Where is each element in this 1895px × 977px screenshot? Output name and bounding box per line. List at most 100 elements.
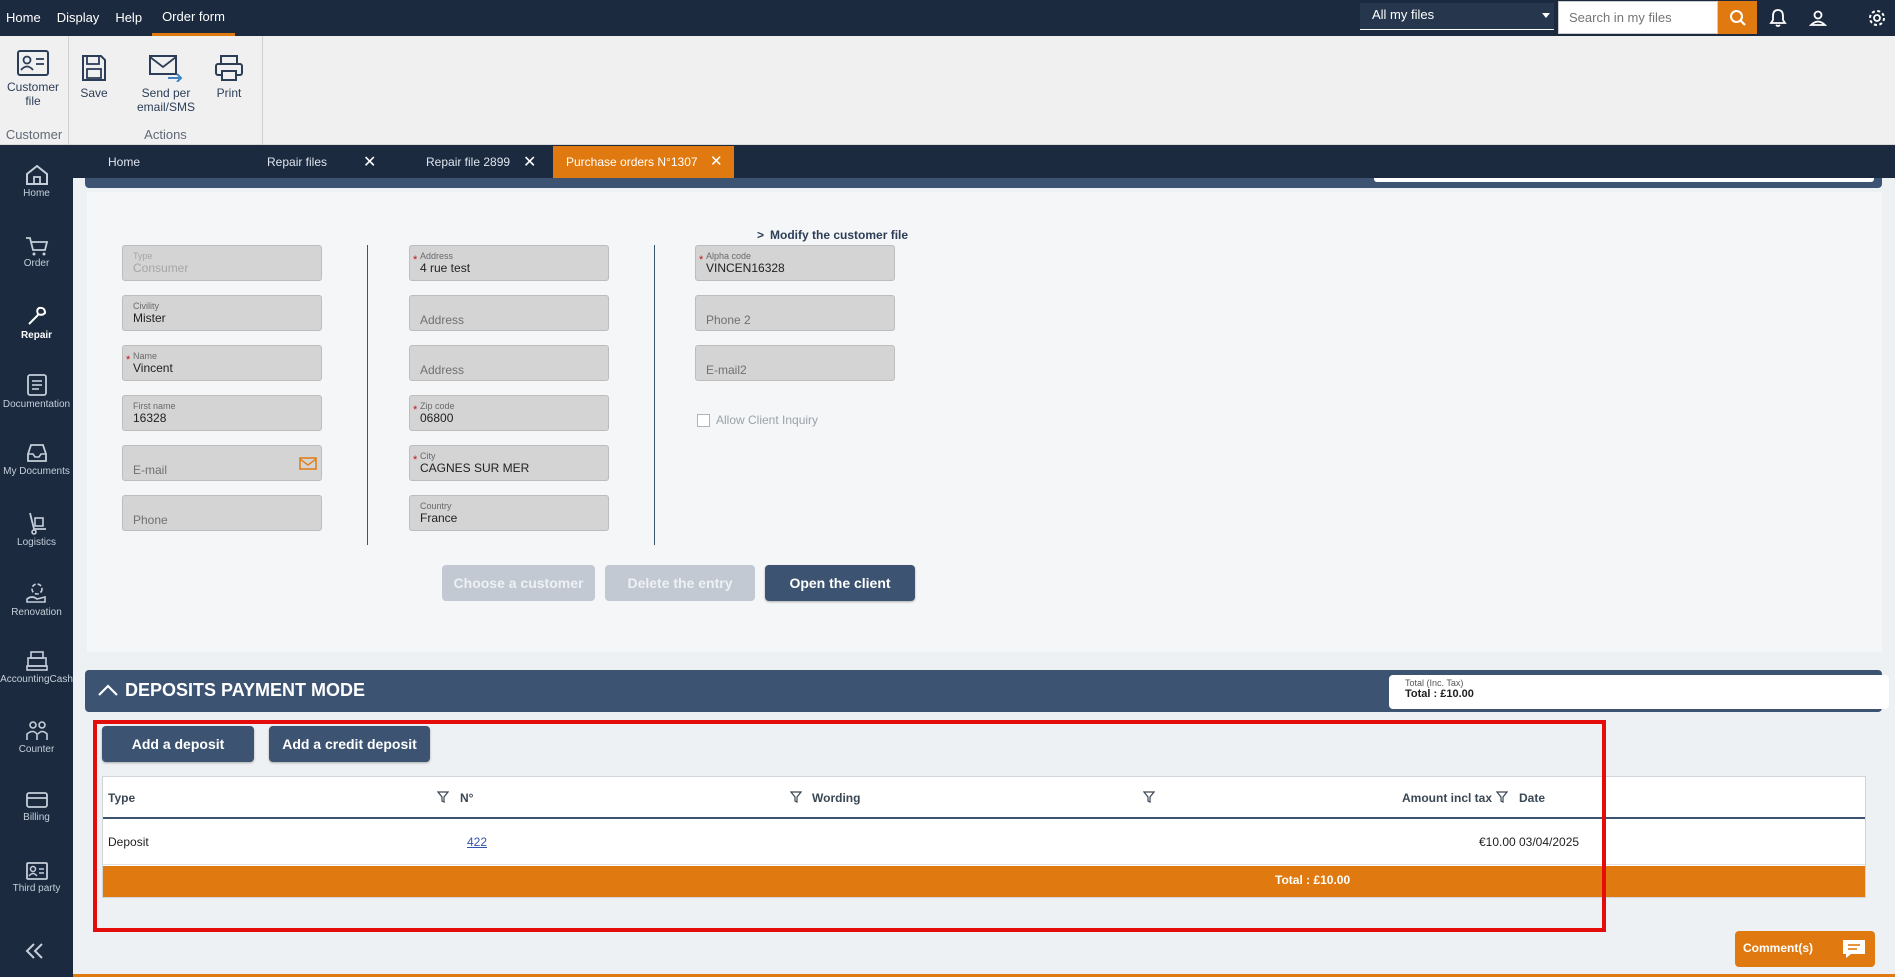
civility-value: Mister (133, 311, 166, 325)
nav-label-documentation: Documentation (2, 399, 71, 410)
search-button[interactable] (1718, 1, 1757, 34)
column-header-number[interactable]: N° (460, 791, 473, 805)
print-button[interactable]: Print (213, 54, 245, 100)
city-field[interactable]: * City CAGNES SUR MER (409, 445, 609, 481)
filter-icon[interactable] (790, 791, 802, 803)
section-summary-box (1374, 178, 1874, 182)
address-line3-field[interactable]: Address (409, 345, 609, 381)
address-field[interactable]: * Address 4 rue test (409, 245, 609, 281)
email2-field[interactable]: E-mail2 (695, 345, 895, 381)
tab-repair-file-2899[interactable]: Repair file 2899 (426, 146, 526, 178)
top-menu: Home Display Help Order form (0, 0, 235, 36)
table-row[interactable]: Deposit 422 €10.00 03/04/2025 (103, 821, 1865, 865)
nav-label-renovation: Renovation (11, 607, 62, 618)
nav-item-documentation[interactable]: Documentation (0, 373, 73, 410)
allow-client-inquiry-checkbox[interactable]: Allow Client Inquiry (697, 413, 818, 427)
nav-item-order[interactable]: Order (0, 236, 73, 269)
cell-date: 03/04/2025 (1519, 835, 1580, 849)
nav-label-logistics: Logistics (17, 537, 56, 548)
delete-entry-button[interactable]: Delete the entry (605, 565, 755, 601)
collapse-nav-button[interactable] (24, 942, 46, 963)
filter-icon[interactable] (437, 791, 449, 803)
scope-select[interactable]: All my files (1360, 3, 1554, 30)
civility-field[interactable]: Civility Mister (122, 295, 322, 331)
customer-file-button[interactable]: Customer file (3, 50, 63, 108)
close-icon[interactable]: ✕ (523, 152, 536, 172)
name-field[interactable]: * Name Vincent (122, 345, 322, 381)
send-email-sms-button[interactable]: Send per email/SMS (131, 54, 201, 114)
search-input[interactable] (1558, 1, 1718, 34)
filter-icon[interactable] (1496, 791, 1508, 803)
nav-item-logistics[interactable]: Logistics (0, 511, 73, 548)
column-header-amount[interactable]: Amount incl tax (1402, 791, 1492, 805)
alpha-code-field[interactable]: * Alpha code VINCEN16328 (695, 245, 895, 281)
choose-customer-button[interactable]: Choose a customer (442, 565, 595, 601)
nav-label-repair: Repair (20, 330, 53, 341)
modify-customer-link[interactable]: > Modify the customer file (757, 228, 908, 242)
city-value: CAGNES SUR MER (420, 461, 530, 475)
table-total-row: Total : £10.00 (103, 866, 1865, 897)
nav-item-home[interactable]: Home (0, 164, 73, 199)
gear-icon[interactable] (1865, 6, 1889, 30)
phone-field[interactable]: Phone (122, 495, 322, 531)
ribbon-group-label-customer: Customer (5, 127, 63, 142)
mail-icon[interactable] (299, 457, 317, 470)
nav-item-accounting-cash[interactable]: AccountingCash (0, 650, 73, 685)
main-content: > Modify the customer file Type Consumer … (73, 178, 1895, 977)
column-header-type[interactable]: Type (108, 791, 135, 805)
customer-panel: > Modify the customer file Type Consumer … (87, 192, 1882, 652)
recycle-hand-icon (25, 583, 46, 603)
menu-display[interactable]: Display (51, 0, 110, 36)
filter-icon[interactable] (1143, 791, 1155, 803)
hand-truck-icon (28, 512, 46, 535)
id-card-icon (25, 862, 48, 880)
home-icon (25, 164, 48, 185)
nav-item-counter[interactable]: Counter (0, 720, 73, 755)
nav-item-repair[interactable]: Repair (0, 304, 73, 341)
country-field[interactable]: Country France (409, 495, 609, 531)
chat-bubble-icon (1843, 940, 1865, 958)
tab-home[interactable]: Home (108, 146, 208, 178)
cell-amount: €10.00 (1479, 835, 1516, 849)
user-icon[interactable] (1806, 6, 1830, 30)
add-credit-deposit-button[interactable]: Add a credit deposit (269, 726, 430, 762)
save-label: Save (80, 86, 108, 100)
phone2-field[interactable]: Phone 2 (695, 295, 895, 331)
close-icon[interactable]: ✕ (363, 152, 376, 172)
zip-code-field[interactable]: * Zip code 06800 (409, 395, 609, 431)
column-divider (367, 245, 368, 545)
tab-repair-files[interactable]: Repair files (267, 146, 347, 178)
email-field[interactable]: E-mail (122, 445, 322, 481)
first-name-field[interactable]: First name 16328 (122, 395, 322, 431)
cell-type: Deposit (108, 835, 149, 849)
required-marker: * (699, 254, 704, 266)
close-icon[interactable]: ✕ (710, 146, 723, 178)
required-marker: * (413, 454, 418, 466)
nav-item-billing[interactable]: Billing (0, 790, 73, 823)
comments-label: Comment(s) (1743, 941, 1814, 955)
bell-icon[interactable] (1766, 6, 1790, 30)
deposits-section-header[interactable]: DEPOSITS PAYMENT MODE Total (Inc. Tax) T… (85, 670, 1889, 712)
nav-item-renovation[interactable]: Renovation (0, 581, 73, 618)
nav-label-counter: Counter (18, 744, 55, 755)
nav-item-third-party[interactable]: Third party (0, 861, 73, 894)
checkbox-box[interactable] (697, 413, 710, 427)
cell-number-link[interactable]: 422 (467, 835, 487, 849)
save-button[interactable]: Save (79, 54, 109, 100)
column-header-date[interactable]: Date (1519, 791, 1545, 805)
column-header-wording[interactable]: Wording (812, 791, 860, 805)
collapsed-section-bar (85, 178, 1882, 188)
address-line2-field[interactable]: Address (409, 295, 609, 331)
add-deposit-button[interactable]: Add a deposit (102, 726, 254, 762)
deposits-total-label: Total (Inc. Tax) (1405, 678, 1464, 688)
nav-item-my-documents[interactable]: My Documents (0, 442, 73, 477)
tab-purchase-orders[interactable]: Purchase orders N°1307 ✕ (553, 146, 734, 178)
name-value: Vincent (133, 361, 173, 375)
menu-help[interactable]: Help (109, 0, 152, 36)
chevron-up-icon[interactable] (97, 683, 119, 697)
zip-code-value: 06800 (420, 411, 454, 425)
open-client-button[interactable]: Open the client (765, 565, 915, 601)
menu-order-form[interactable]: Order form (152, 0, 235, 36)
comments-button[interactable]: Comment(s) (1735, 931, 1875, 967)
menu-home[interactable]: Home (0, 0, 51, 36)
